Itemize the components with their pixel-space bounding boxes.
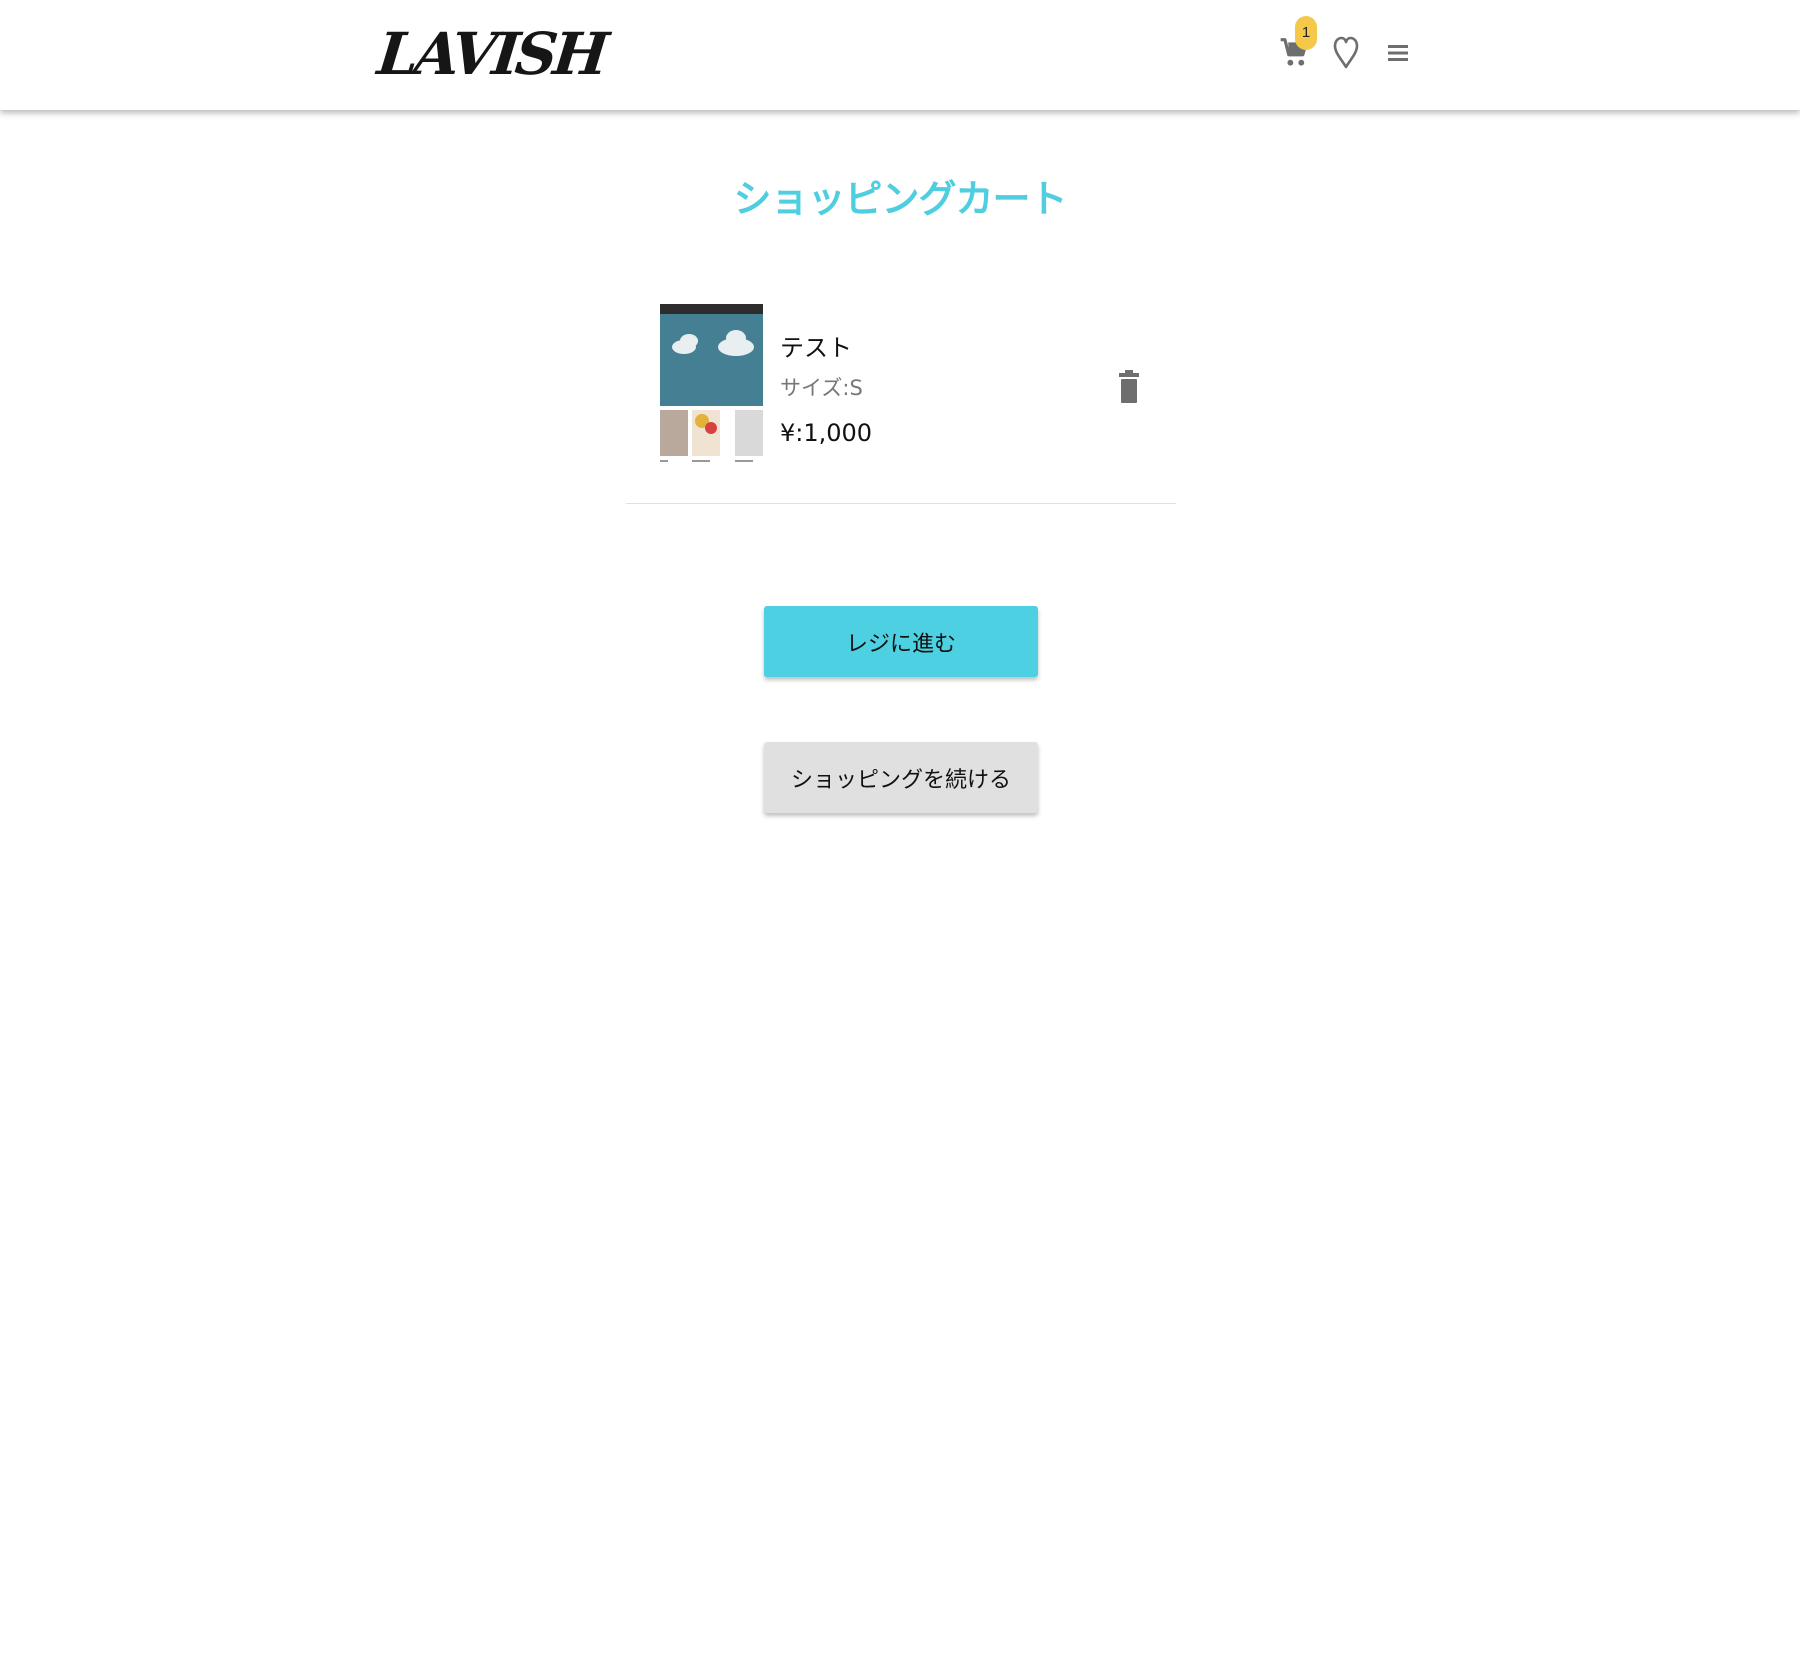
favorites-button[interactable]: [1324, 28, 1368, 78]
page-title: ショッピングカート: [733, 177, 1067, 221]
site-header: LAVISH 1: [0, 0, 1800, 110]
cart-item-list: テスト サイズ:S ¥:1,000: [626, 300, 1176, 504]
trash-icon: [1119, 370, 1139, 403]
thumbnail-tile: [660, 410, 688, 456]
thumbnail-caption-line: [660, 460, 668, 462]
heart-icon: [1333, 36, 1359, 69]
cart-count-badge: 1: [1295, 16, 1317, 50]
cart-item: テスト サイズ:S ¥:1,000: [626, 300, 1176, 504]
product-thumbnail[interactable]: [660, 304, 763, 472]
checkout-button[interactable]: レジに進む: [764, 606, 1038, 677]
brand-logo[interactable]: LAVISH: [374, 16, 608, 92]
thumbnail-caption-line: [692, 460, 710, 462]
menu-icon: [1388, 45, 1408, 61]
thumbnail-toolbar: [660, 304, 763, 314]
thumbnail-cloud: [680, 334, 698, 348]
thumbnail-tile: [735, 410, 763, 456]
header-actions: 1: [1272, 16, 1420, 78]
cart-button[interactable]: 1: [1272, 16, 1317, 78]
thumbnail-caption-line: [735, 460, 753, 462]
thumbnail-sky: [660, 304, 763, 406]
thumbnail-fruit: [705, 422, 717, 434]
item-name[interactable]: テスト: [780, 328, 852, 363]
continue-shopping-button[interactable]: ショッピングを続ける: [764, 742, 1038, 813]
delete-item-button[interactable]: [1114, 367, 1144, 407]
brand-logo-text: LAVISH: [374, 20, 608, 88]
thumbnail-cloud: [726, 330, 746, 346]
item-price: ¥:1,000: [780, 419, 873, 447]
item-size: サイズ:S: [780, 376, 863, 400]
menu-button[interactable]: [1376, 28, 1420, 78]
thumbnail-tiles: [660, 410, 763, 472]
thumbnail-tile: [692, 410, 720, 456]
